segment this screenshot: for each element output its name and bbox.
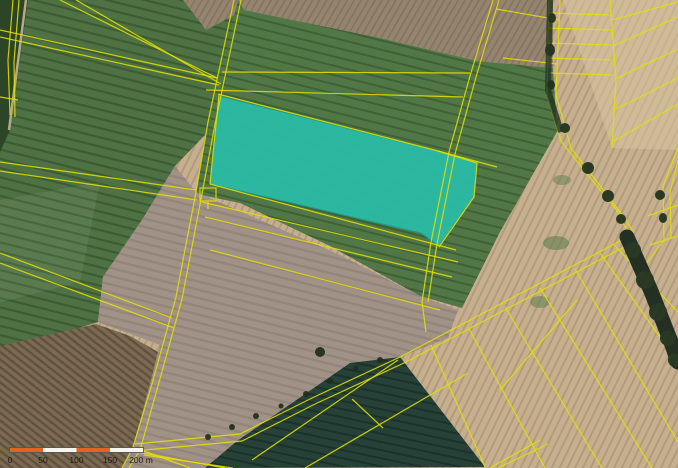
map-canvas[interactable]: 0 50 100 150 200 m [0, 0, 678, 468]
scale-label-200m: 200 m [129, 455, 153, 465]
scale-label-50: 50 [38, 455, 48, 465]
green-patch [530, 296, 550, 308]
scale-bar-segment [10, 448, 43, 452]
scale-bar-segment [77, 448, 111, 452]
scale-label-150: 150 [103, 455, 117, 465]
scale-label-0: 0 [8, 455, 13, 465]
scale-label-100: 100 [69, 455, 83, 465]
green-patch [553, 175, 571, 185]
map-viewport[interactable]: 0 50 100 150 200 m [0, 0, 678, 468]
green-patch [543, 236, 569, 250]
